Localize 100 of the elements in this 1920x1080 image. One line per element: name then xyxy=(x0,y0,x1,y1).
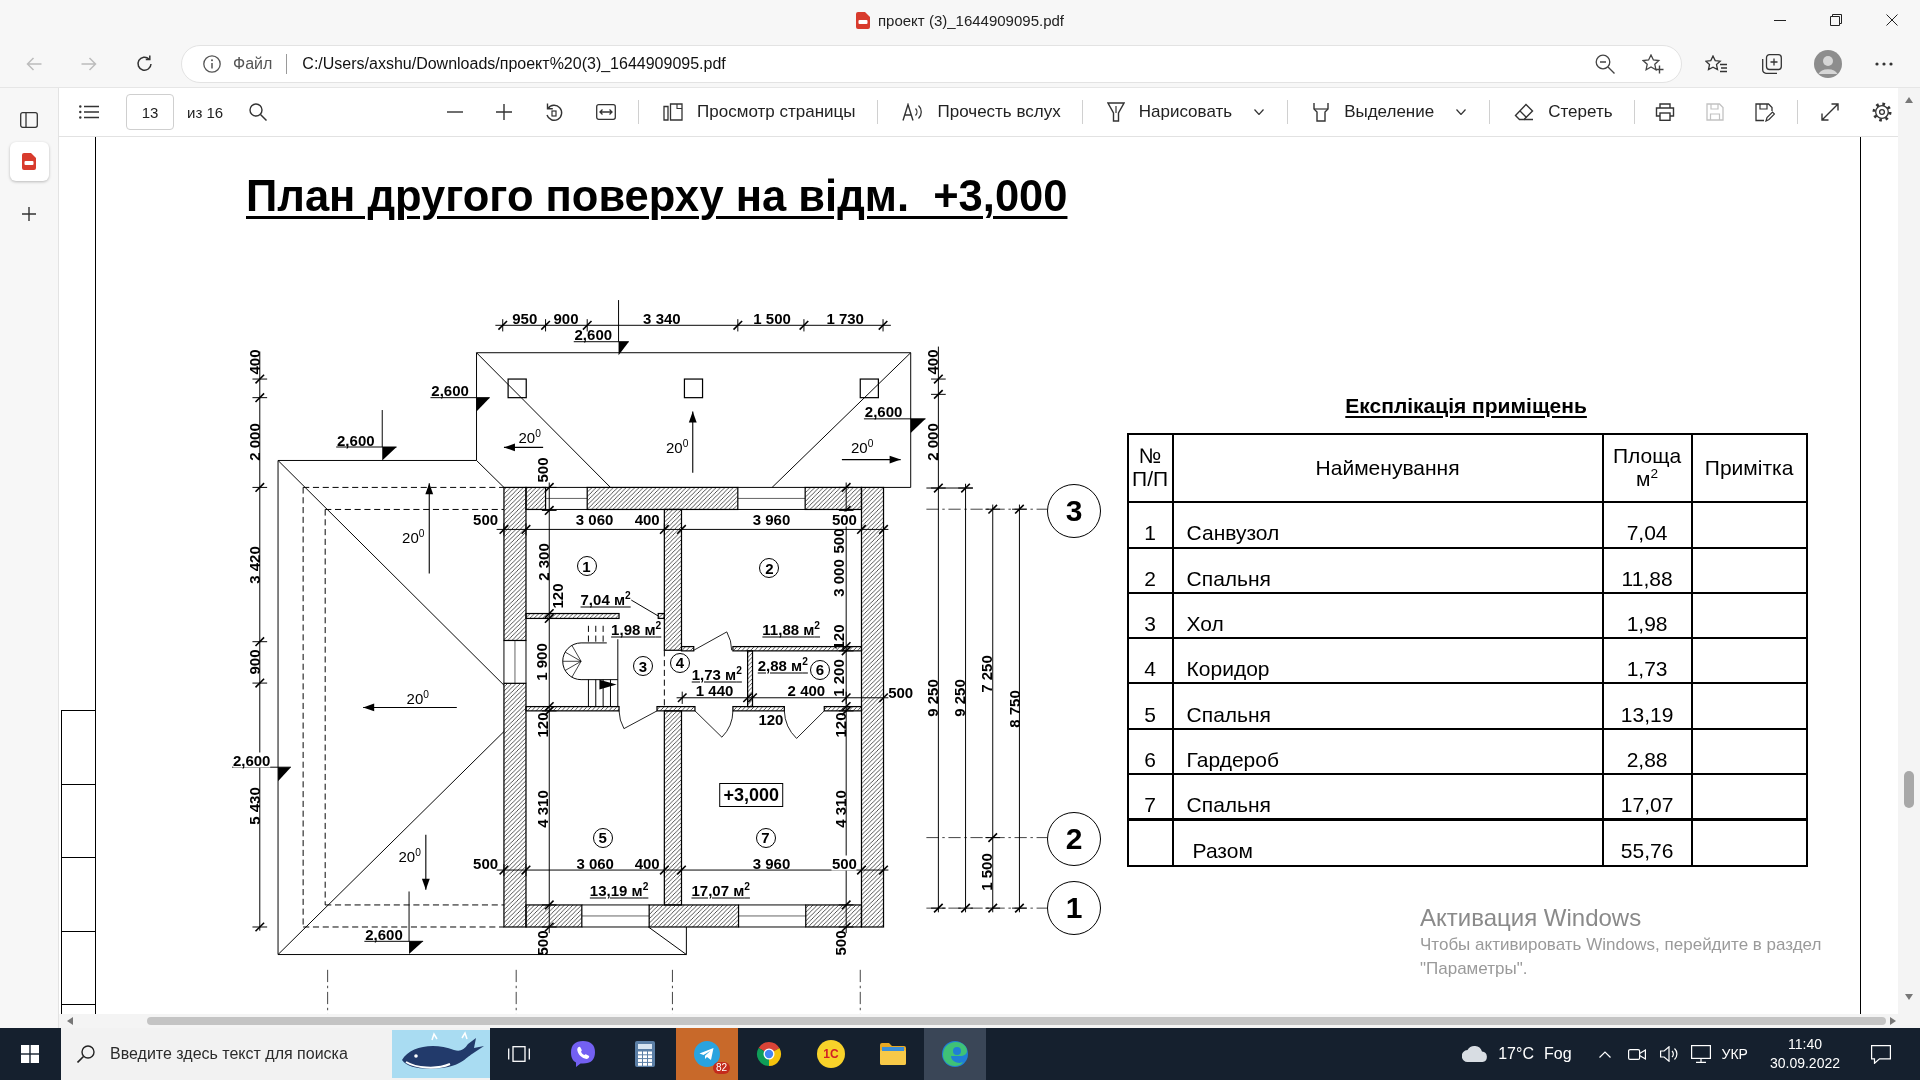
dimension-label: 3 060 xyxy=(575,511,614,527)
dimension-label: 3 960 xyxy=(752,511,791,527)
info-icon xyxy=(203,54,221,73)
level-marker-icon xyxy=(910,418,926,434)
dimension-label: 1 730 xyxy=(826,310,864,326)
dimension-label: 500 xyxy=(831,855,857,871)
dimension-label: 120 xyxy=(549,583,565,609)
browser-tab[interactable] xyxy=(9,142,49,181)
dimension-label: 500 xyxy=(830,528,846,554)
level-label: 2,600 xyxy=(232,752,271,768)
settings-icon xyxy=(1871,102,1892,122)
url-text: C:/Users/axshu/Downloads/проект%20(3)_1644909095.pdf xyxy=(302,54,726,73)
dimension-label: 2 400 xyxy=(787,682,826,698)
table-cell: 3 xyxy=(1127,592,1173,639)
column-header: № П/П xyxy=(1127,434,1173,503)
table-cell: 6 xyxy=(1127,728,1173,774)
search-field[interactable]: Введите здесь текст для поиска xyxy=(61,1028,490,1080)
arrow-icon xyxy=(841,455,902,464)
caret-icon xyxy=(1254,109,1265,115)
highlight-button[interactable]: Выделение xyxy=(1312,96,1435,128)
dimension-label: 500 xyxy=(473,855,499,871)
arrow-down-icon[interactable] xyxy=(1905,994,1913,1000)
dimension-label: 8 750 xyxy=(1006,689,1022,728)
weather-button[interactable]: 17°C Fog xyxy=(1462,1028,1572,1080)
dimension-label: 7 250 xyxy=(978,654,994,693)
arrow-icon xyxy=(425,482,434,575)
table-cell: 55,76 xyxy=(1602,819,1692,866)
pages-icon xyxy=(663,103,684,121)
dimension-label: 9 250 xyxy=(924,678,940,717)
zoom-out-icon[interactable] xyxy=(1595,53,1615,74)
scrollbar-thumb[interactable] xyxy=(147,1017,1886,1025)
dimension-label: 500 xyxy=(534,930,550,956)
app-logo: 1С xyxy=(817,1040,845,1068)
table-cell: 1 xyxy=(1127,502,1173,548)
room-number: 5 xyxy=(592,827,613,848)
dimension-label: 1 500 xyxy=(978,853,994,891)
page-count: из 16 xyxy=(187,103,224,121)
dimension-label: 9 250 xyxy=(951,678,967,717)
page-number-field[interactable]: 13 xyxy=(126,94,174,130)
highlighter-icon xyxy=(1312,102,1331,122)
dimension-label: 1 500 xyxy=(753,310,791,326)
room-number: 7 xyxy=(755,827,776,848)
restore-icon xyxy=(1830,14,1842,26)
task-view-icon xyxy=(508,1046,530,1062)
arrow-left-icon[interactable] xyxy=(67,1017,73,1025)
address-field[interactable]: Файл C:/Users/axshu/Downloads/проект%20(3)_1644909095.pdf xyxy=(181,44,1682,83)
arrow-right-icon[interactable] xyxy=(1890,1017,1896,1025)
dimension-label: 400 xyxy=(924,349,940,375)
stacked-squares-plus-icon xyxy=(1762,53,1782,74)
dimension-label: 400 xyxy=(634,511,660,527)
level-label: 2,600 xyxy=(431,382,469,398)
taskbar-app-button[interactable]: 1С xyxy=(800,1028,862,1080)
dimension-label: 1 440 xyxy=(695,682,734,698)
dimension-label: 2 300 xyxy=(535,543,551,581)
speaker-icon xyxy=(1659,1046,1678,1062)
dimension-label: 500 xyxy=(832,930,848,956)
table-cell: Спальня xyxy=(1172,547,1603,593)
read-aloud-button[interactable]: Прочесть вслух xyxy=(901,96,1061,128)
column-header: Найменування xyxy=(1172,434,1603,503)
windows-logo-icon xyxy=(20,1045,39,1063)
plus-icon xyxy=(496,104,513,120)
arrow-icon xyxy=(503,443,544,452)
room-number: 6 xyxy=(809,659,830,680)
minus-icon xyxy=(447,111,464,113)
slope-label: 20$^{0}$ xyxy=(851,439,874,455)
draw-button[interactable]: Нарисовать xyxy=(1106,96,1233,128)
search-icon xyxy=(77,1045,95,1063)
scheme-label: Файл xyxy=(233,54,273,73)
square-mark xyxy=(683,378,704,399)
more-icon xyxy=(1875,61,1893,66)
arrow-icon xyxy=(688,410,697,474)
caret-icon xyxy=(1456,109,1467,115)
arrow-icon xyxy=(362,703,458,712)
dimension-label: 3 420 xyxy=(246,545,262,584)
plus-icon xyxy=(22,207,36,221)
calculator-icon xyxy=(635,1041,655,1067)
square-mark xyxy=(507,378,527,399)
tab-panel-icon xyxy=(20,112,38,128)
table-cell: Коридор xyxy=(1172,638,1603,684)
cloud-icon xyxy=(1462,1046,1489,1062)
level-marker-icon xyxy=(476,397,490,412)
star-list-icon xyxy=(1705,54,1727,73)
table-cell: 5 xyxy=(1127,683,1173,729)
dimension-label: 500 xyxy=(534,457,550,483)
arrow-up-icon[interactable] xyxy=(1905,97,1913,103)
level-marker-icon xyxy=(618,341,629,356)
level-label: 2,600 xyxy=(365,926,403,942)
page-title: План другого поверху на відм. +3,000 xyxy=(246,171,1068,221)
table-title: Експлікація приміщень xyxy=(1345,393,1587,419)
avatar-icon xyxy=(1814,49,1842,78)
star-plus-icon[interactable] xyxy=(1642,53,1664,74)
level-label: 2,600 xyxy=(337,432,375,448)
page-view-button[interactable]: Просмотр страницы xyxy=(663,96,856,128)
erase-button[interactable]: Стереть xyxy=(1514,96,1613,128)
scrollbar-thumb[interactable] xyxy=(1904,771,1914,808)
taskbar-app-button[interactable]: 82 xyxy=(676,1028,738,1080)
language-button[interactable]: УКР xyxy=(1721,1028,1748,1080)
clock-button[interactable]: 11:40 30.09.2022 xyxy=(1769,1028,1840,1080)
room-number: 1 xyxy=(576,556,597,576)
dimension-label: 120 xyxy=(534,712,550,738)
